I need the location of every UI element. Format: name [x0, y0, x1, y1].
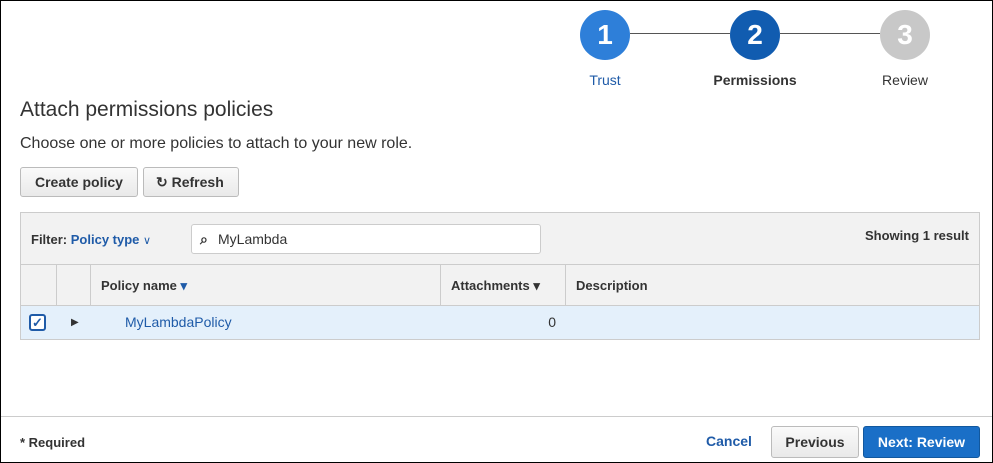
table-header: Policy name ▾ Attachments ▾ Description — [21, 265, 979, 306]
sort-caret-icon: ▾ — [533, 278, 540, 293]
step-review: 3 Review — [855, 10, 955, 88]
filter-policy-type-dropdown[interactable]: Policy type — [71, 232, 140, 247]
search-icon: ⌕ — [200, 231, 208, 247]
column-policy-name[interactable]: Policy name ▾ — [91, 265, 441, 305]
attachments-count: 0 — [548, 314, 556, 330]
cancel-button[interactable]: Cancel — [692, 426, 766, 458]
expand-row-icon[interactable]: ▶ — [57, 306, 91, 339]
select-column — [21, 265, 57, 305]
checkbox-checked-icon: ✓ — [29, 314, 46, 331]
sort-caret-icon: ▾ — [180, 278, 188, 293]
search-value: MyLambda — [218, 231, 288, 247]
filter-control[interactable]: Filter: Policy type ∨ — [31, 232, 151, 247]
row-checkbox[interactable]: ✓ — [21, 306, 57, 339]
policy-name-link[interactable]: MyLambdaPolicy — [91, 306, 441, 339]
column-description: Description — [576, 278, 648, 293]
filter-bar: Filter: Policy type ∨ ⌕ MyLambda Showing … — [21, 213, 979, 265]
expand-column — [57, 265, 91, 305]
next-review-button[interactable]: Next: Review — [863, 426, 980, 458]
step-label: Trust — [589, 72, 621, 88]
step-number: 2 — [730, 10, 780, 60]
search-input[interactable]: ⌕ MyLambda — [191, 224, 541, 254]
chevron-down-icon: ∨ — [143, 235, 152, 247]
result-count: Showing 1 result — [864, 228, 969, 243]
column-attachments[interactable]: Attachments ▾ — [441, 265, 566, 305]
previous-button[interactable]: Previous — [771, 426, 859, 458]
page-title: Attach permissions policies — [20, 98, 274, 121]
policy-description — [566, 306, 979, 339]
step-number: 1 — [580, 10, 630, 60]
column-label: Policy name — [101, 278, 177, 293]
page-subtitle: Choose one or more policies to attach to… — [20, 135, 413, 152]
step-permissions: 2 Permissions — [705, 10, 805, 88]
refresh-icon: ↻ — [156, 174, 168, 190]
refresh-label: Refresh — [171, 174, 224, 190]
refresh-button[interactable]: ↻ Refresh — [143, 167, 239, 197]
filter-label: Filter: — [31, 232, 68, 247]
step-number: 3 — [880, 10, 930, 60]
step-label: Permissions — [713, 72, 797, 88]
step-trust[interactable]: 1 Trust — [555, 10, 655, 88]
create-policy-button[interactable]: Create policy — [20, 167, 138, 197]
required-note: * Required — [20, 435, 86, 450]
step-label: Review — [882, 72, 928, 88]
column-label: Attachments — [451, 278, 530, 293]
table-row[interactable]: ✓ ▶ MyLambdaPolicy 0 — [21, 306, 979, 339]
policies-table: Filter: Policy type ∨ ⌕ MyLambda Showing … — [20, 212, 980, 340]
footer-divider — [1, 416, 992, 417]
